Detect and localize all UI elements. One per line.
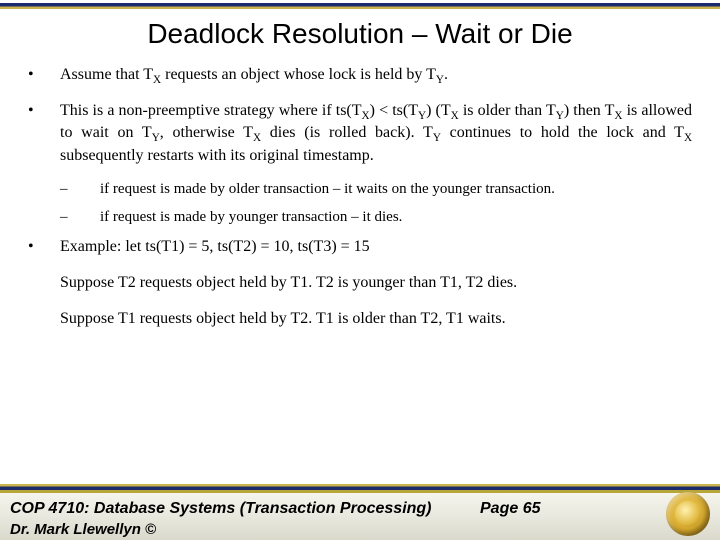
bullet-1-text: Assume that TX requests an object whose …	[60, 65, 692, 87]
sub-bullet-2: – if request is made by younger transact…	[60, 208, 692, 227]
subscript-x: X	[362, 110, 370, 122]
bullet-mark: •	[28, 65, 60, 87]
example-line-2: Suppose T1 requests object held by T2. T…	[60, 309, 692, 329]
bullet-3: • Example: let ts(T1) = 5, ts(T2) = 10, …	[28, 237, 692, 345]
subscript-x: X	[253, 133, 261, 145]
sub-bullet-1-text: if request is made by older transaction …	[100, 180, 692, 199]
text-fragment: ) then T	[564, 102, 615, 119]
subscript-y: Y	[152, 133, 160, 145]
sub-bullet-2-text: if request is made by younger transactio…	[100, 208, 692, 227]
text-fragment: ) (T	[426, 102, 451, 119]
text-fragment: requests an object whose lock is held by…	[161, 66, 436, 83]
subscript-y: Y	[433, 133, 441, 145]
sub-bullet-1: – if request is made by older transactio…	[60, 180, 692, 199]
footer-page: Page 65	[480, 500, 540, 518]
subscript-y: Y	[556, 110, 564, 122]
sub-bullet-mark: –	[60, 208, 100, 227]
text-fragment: Assume that T	[60, 66, 153, 83]
text-fragment: , otherwise T	[160, 124, 253, 141]
example-line-1: Suppose T2 requests object held by T1. T…	[60, 273, 692, 293]
top-accent-bar	[0, 3, 720, 9]
footer-author: Dr. Mark Llewellyn ©	[10, 521, 156, 538]
text-fragment: continues to hold the lock and T	[441, 124, 684, 141]
footer-band: COP 4710: Database Systems (Transaction …	[0, 490, 720, 540]
bullet-mark: •	[28, 237, 60, 345]
bullet-2-text: This is a non-preemptive strategy where …	[60, 101, 692, 165]
text-fragment: dies (is rolled back). T	[261, 124, 433, 141]
example-intro: Example: let ts(T1) = 5, ts(T2) = 10, ts…	[60, 237, 692, 257]
footer-course: COP 4710: Database Systems (Transaction …	[10, 500, 432, 518]
slide-content: • Assume that TX requests an object whos…	[28, 65, 692, 359]
bullet-1: • Assume that TX requests an object whos…	[28, 65, 692, 87]
bullet-mark: •	[28, 101, 60, 165]
ucf-logo-icon	[666, 492, 710, 536]
subscript-y: Y	[418, 110, 426, 122]
slide-title: Deadlock Resolution – Wait or Die	[0, 18, 720, 50]
text-fragment: ) < ts(T	[370, 102, 418, 119]
bullet-3-text: Example: let ts(T1) = 5, ts(T2) = 10, ts…	[60, 237, 692, 345]
slide: Deadlock Resolution – Wait or Die • Assu…	[0, 0, 720, 540]
text-fragment: This is a non-preemptive strategy where …	[60, 102, 362, 119]
subscript-y: Y	[436, 74, 444, 86]
sub-bullet-mark: –	[60, 180, 100, 199]
text-fragment: .	[444, 66, 448, 83]
text-fragment: is older than T	[459, 102, 556, 119]
text-fragment: subsequently restarts with its original …	[60, 147, 374, 164]
subscript-x: X	[614, 110, 622, 122]
subscript-x: X	[684, 133, 692, 145]
subscript-x: X	[451, 110, 459, 122]
bullet-2: • This is a non-preemptive strategy wher…	[28, 101, 692, 165]
subscript-x: X	[153, 74, 161, 86]
